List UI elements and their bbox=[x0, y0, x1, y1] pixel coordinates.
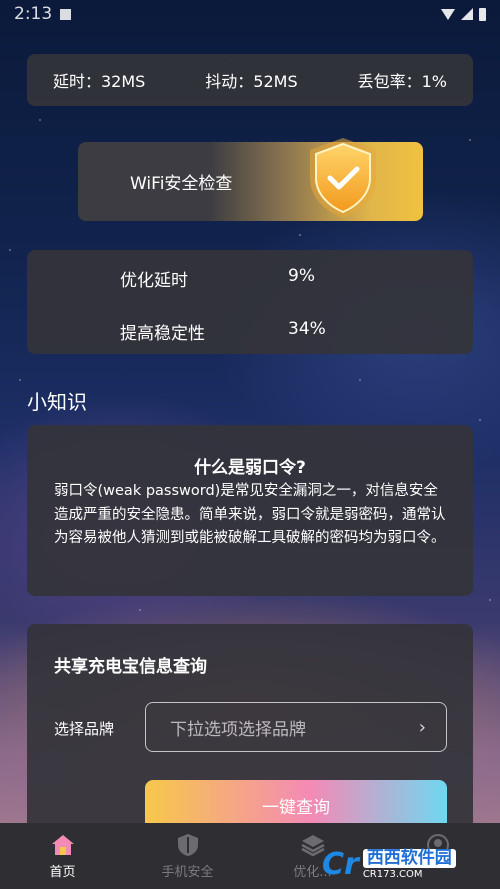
jitter-stat: 抖动：52MS bbox=[205, 72, 298, 91]
optimization-label: 优化延时 bbox=[120, 271, 188, 291]
chevron-right-icon: › bbox=[418, 716, 426, 738]
power-bank-title: 共享充电宝信息查询 bbox=[54, 657, 207, 677]
optimization-row: 提高稳定性 34% bbox=[120, 319, 326, 344]
shield-check-icon bbox=[310, 138, 376, 218]
packet-loss-stat: 丢包率：1% bbox=[357, 72, 447, 91]
brand-select-dropdown[interactable]: 下拉选项选择品牌 › bbox=[145, 702, 447, 752]
signal-icon bbox=[461, 8, 473, 20]
home-icon bbox=[51, 835, 74, 855]
shield-icon bbox=[177, 834, 198, 856]
wifi-icon bbox=[441, 8, 455, 20]
brand-select-placeholder: 下拉选项选择品牌 bbox=[170, 719, 306, 740]
network-stats-card: 延时：32MS 抖动：52MS 丢包率：1% bbox=[27, 54, 473, 106]
status-time: 2:13 bbox=[14, 4, 53, 24]
optimization-value: 9% bbox=[288, 266, 315, 286]
nav-label: 手机安全 bbox=[161, 865, 214, 880]
knowledge-title: 什么是弱口令? bbox=[194, 458, 306, 478]
site-watermark: Cr 西西软件园 CR173.COM bbox=[322, 843, 492, 885]
watermark-name: 西西软件园 bbox=[362, 848, 456, 868]
optimization-label: 提高稳定性 bbox=[120, 324, 205, 344]
nav-item-home[interactable]: 首页 bbox=[0, 823, 125, 889]
optimization-row: 优化延时 9% bbox=[120, 266, 315, 291]
nav-item-phone-security[interactable]: 手机安全 bbox=[125, 823, 250, 889]
latency-stat: 延时：32MS bbox=[53, 72, 146, 91]
nav-label: 首页 bbox=[49, 865, 76, 880]
knowledge-body: 弱口令(weak password)是常见安全漏洞之一，对信息安全造成严重的安全… bbox=[54, 483, 446, 546]
watermark-logo: Cr bbox=[322, 846, 359, 882]
brand-label: 选择品牌 bbox=[54, 720, 115, 738]
wifi-security-check-label: WiFi安全检查 bbox=[130, 174, 233, 194]
power-bank-query-card: 共享充电宝信息查询 选择品牌 下拉选项选择品牌 › 一键查询 bbox=[27, 624, 473, 834]
watermark-url: CR173.COM bbox=[362, 868, 423, 880]
knowledge-section-title: 小知识 bbox=[27, 390, 87, 414]
wifi-security-check-button[interactable]: WiFi安全检查 bbox=[78, 138, 423, 221]
notification-icon bbox=[60, 8, 72, 20]
battery-icon bbox=[479, 7, 486, 21]
status-bar: 2:13 bbox=[0, 0, 500, 28]
optimization-card: 优化延时 9% 提高稳定性 34% bbox=[27, 250, 473, 354]
knowledge-card: 什么是弱口令? 弱口令(weak password)是常见安全漏洞之一，对信息安… bbox=[27, 425, 473, 596]
optimization-value: 34% bbox=[288, 319, 326, 339]
